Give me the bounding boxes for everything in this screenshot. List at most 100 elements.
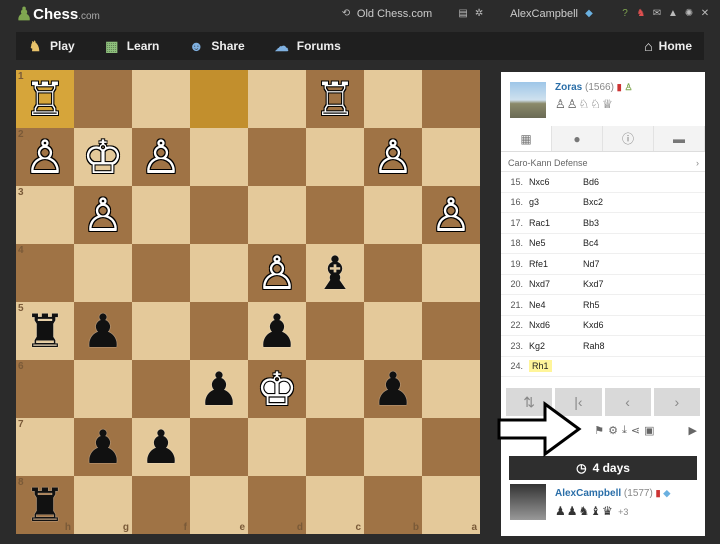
board-square[interactable] (422, 360, 480, 418)
chess-piece[interactable]: ♟ (198, 366, 239, 412)
board-square[interactable] (306, 128, 364, 186)
board-square[interactable]: ♟ (364, 360, 422, 418)
board-square[interactable]: g (74, 476, 132, 534)
board-square[interactable]: ♝ (306, 244, 364, 302)
board-square[interactable] (422, 70, 480, 128)
games-icon[interactable]: ♞ (636, 9, 646, 19)
black-move[interactable]: Bxc2 (583, 197, 643, 207)
player-avatar[interactable] (510, 484, 546, 520)
tab-info[interactable]: ⓘ (603, 126, 654, 151)
board-square[interactable] (248, 70, 306, 128)
board-square[interactable]: ♙ (248, 244, 306, 302)
chess-piece[interactable]: ♖ (24, 76, 65, 122)
white-move[interactable]: g3 (529, 197, 539, 207)
chess-piece[interactable]: ♙ (24, 134, 65, 180)
board-square[interactable]: ♟ (74, 302, 132, 360)
old-chess-link[interactable]: Old Chess.com (357, 8, 432, 20)
bug-icon[interactable]: ✲ (474, 9, 484, 19)
board-square[interactable]: 5 ♜ (16, 302, 74, 360)
settings-icon[interactable]: ✺ (684, 9, 694, 19)
nav-home[interactable]: ⌂ Home (644, 38, 692, 54)
board-square[interactable] (132, 360, 190, 418)
white-move[interactable]: Ne4 (529, 300, 546, 310)
black-move[interactable]: Rh5 (583, 300, 643, 310)
expand-icon[interactable]: ▣ (644, 424, 654, 437)
board-square[interactable] (364, 244, 422, 302)
black-move[interactable]: Nd7 (583, 259, 643, 269)
next-move-button[interactable]: › (653, 388, 700, 416)
board-square[interactable] (306, 302, 364, 360)
chess-piece[interactable]: ♖ (314, 76, 355, 122)
previous-move-button[interactable]: ‹ (604, 388, 651, 416)
chess-logo[interactable]: ♟ Chess .com (16, 4, 100, 25)
board-square[interactable]: b (364, 476, 422, 534)
board-square[interactable]: ♟ (132, 418, 190, 476)
opponent-avatar[interactable] (510, 82, 546, 118)
board-square[interactable] (132, 302, 190, 360)
black-move[interactable]: Rah8 (583, 341, 643, 351)
resign-flag-icon[interactable]: ⚑ (594, 424, 604, 437)
chess-piece[interactable]: ♜ (24, 308, 65, 354)
board-square[interactable]: ♙ (422, 186, 480, 244)
white-move[interactable]: Nxd6 (529, 320, 550, 330)
board-square[interactable] (190, 302, 248, 360)
black-move[interactable]: Bd6 (583, 177, 643, 187)
nav-learn[interactable]: ▦ Learn (103, 38, 159, 54)
chess-piece[interactable]: ♙ (430, 192, 471, 238)
black-move[interactable]: Bc4 (583, 238, 643, 248)
board-square[interactable]: ♙ (364, 128, 422, 186)
opponent-name[interactable]: Zoras (1566) ▮ ♙ (555, 82, 633, 93)
board-square[interactable]: ♟ (74, 418, 132, 476)
nav-share[interactable]: ☻ Share (187, 38, 245, 54)
white-move[interactable]: Kg2 (529, 341, 545, 351)
board-square[interactable]: c (306, 476, 364, 534)
board-square[interactable]: 1 ♖ (16, 70, 74, 128)
board-square[interactable] (422, 244, 480, 302)
board-square[interactable]: 8 h ♜ (16, 476, 74, 534)
white-move[interactable]: Rac1 (529, 218, 550, 228)
board-square[interactable]: f (132, 476, 190, 534)
board-square[interactable] (132, 244, 190, 302)
chess-piece[interactable]: ♙ (140, 134, 181, 180)
opening-name[interactable]: Caro-Kann Defense › (501, 154, 705, 172)
board-square[interactable]: ♔ (74, 128, 132, 186)
board-square[interactable] (248, 186, 306, 244)
board-square[interactable] (306, 418, 364, 476)
chess-piece[interactable]: ♚ (256, 366, 297, 412)
board-square[interactable]: 4 (16, 244, 74, 302)
board-square[interactable] (422, 128, 480, 186)
board-square[interactable]: ♙ (74, 186, 132, 244)
board-square[interactable]: 6 (16, 360, 74, 418)
white-move[interactable]: Nxc6 (529, 177, 550, 187)
chess-piece[interactable]: ♟ (82, 308, 123, 354)
player-name[interactable]: AlexCampbell (1577) ▮ ◆ (555, 488, 670, 499)
chess-piece[interactable]: ♟ (372, 366, 413, 412)
board-square[interactable] (248, 128, 306, 186)
board-square[interactable]: ♟ (248, 302, 306, 360)
board-square[interactable] (364, 302, 422, 360)
board-square[interactable] (422, 302, 480, 360)
board-square[interactable] (248, 418, 306, 476)
tab-notes[interactable]: ▬ (654, 126, 705, 151)
board-square[interactable]: 3 (16, 186, 74, 244)
board-square[interactable] (190, 128, 248, 186)
board-square[interactable] (74, 360, 132, 418)
chess-piece[interactable]: ♟ (82, 424, 123, 470)
board-square[interactable] (422, 418, 480, 476)
chess-piece[interactable]: ♙ (256, 250, 297, 296)
board-square[interactable] (190, 418, 248, 476)
white-move[interactable]: Rfe1 (529, 259, 548, 269)
chess-board[interactable]: 1 ♖ ♖ 2 ♙ ♔ ♙ ♙ 3 ♙ ♙ 4 ♙ ♝ 5 ♜ ♟ ♟ 6 ♟ ♚ ♟ 7 ♟ ♟ 8 h ♜ g f e d c b a (16, 70, 480, 534)
board-square[interactable]: d (248, 476, 306, 534)
black-move[interactable]: Kxd7 (583, 279, 643, 289)
list-icon[interactable]: ▤ (458, 9, 468, 19)
chess-piece[interactable]: ♔ (82, 134, 123, 180)
chess-piece[interactable]: ♝ (314, 250, 355, 296)
board-square[interactable]: a (422, 476, 480, 534)
board-square[interactable]: ♟ (190, 360, 248, 418)
board-square[interactable] (364, 70, 422, 128)
board-square[interactable] (306, 360, 364, 418)
board-square[interactable] (190, 244, 248, 302)
white-move[interactable]: Nxd7 (529, 279, 550, 289)
nav-play[interactable]: ♞ Play (26, 38, 75, 54)
